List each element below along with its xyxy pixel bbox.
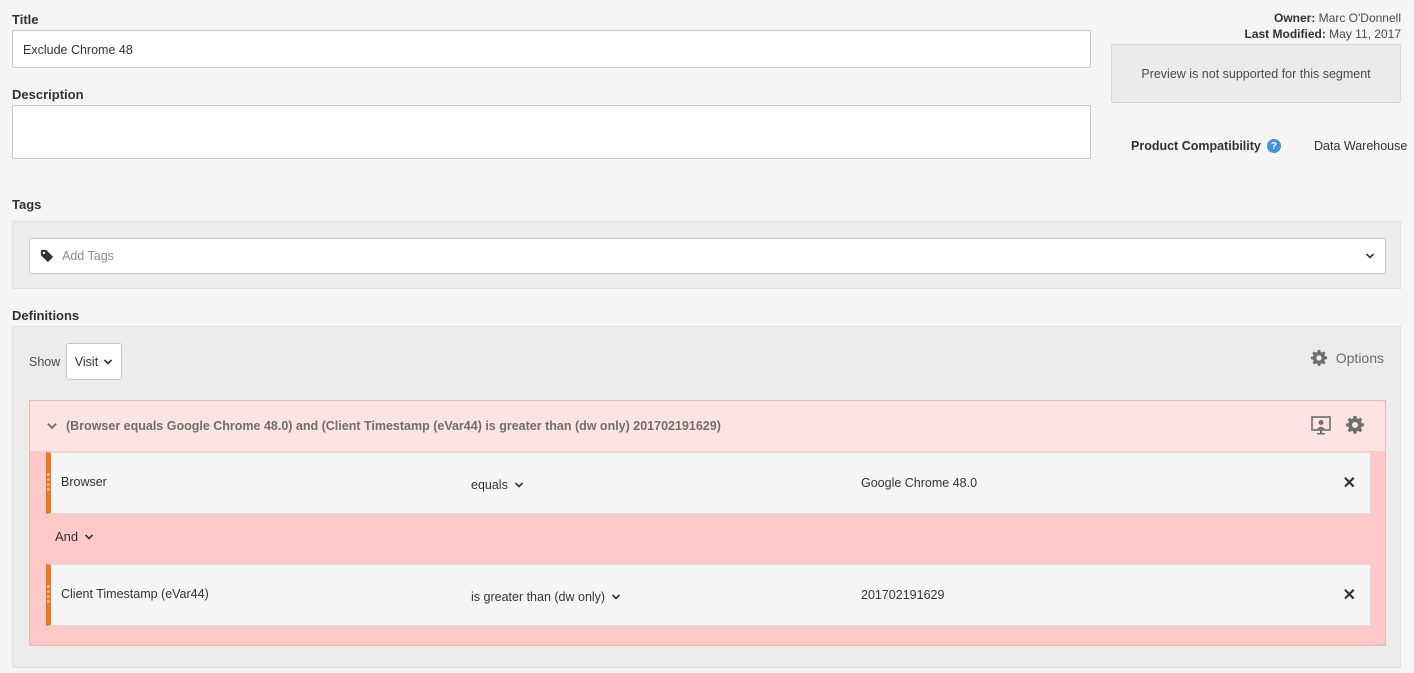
logic-operator-select[interactable]: And [55, 529, 94, 544]
preview-panel: Preview is not supported for this segmen… [1111, 44, 1401, 103]
rule-operator-value: is greater than (dw only) [471, 590, 606, 604]
show-select[interactable]: Visit [66, 343, 122, 380]
chevron-down-icon[interactable] [1365, 251, 1375, 261]
rule-row[interactable]: Browser equals Google Chrome 48.0 ✕ [46, 452, 1371, 514]
preview-message: Preview is not supported for this segmen… [1141, 66, 1371, 81]
definitions-label: Definitions [12, 308, 80, 323]
options-label: Options [1335, 350, 1384, 366]
tags-label: Tags [12, 197, 42, 212]
show-label: Show [29, 355, 61, 369]
drag-handle-icon[interactable] [47, 473, 50, 493]
owner-value: Marc O'Donnell [1318, 11, 1401, 25]
definitions-panel: Show Visit Options (Browser equals Googl… [12, 326, 1401, 668]
description-textarea[interactable] [12, 105, 1091, 159]
rule-dimension: Browser [61, 475, 107, 489]
show-select-value: Visit [74, 354, 99, 369]
tags-panel: Add Tags [12, 221, 1401, 289]
help-icon[interactable]: ? [1266, 139, 1281, 153]
gear-icon[interactable] [1345, 415, 1365, 435]
gear-icon [1310, 349, 1327, 366]
tags-placeholder: Add Tags [62, 249, 114, 263]
last-modified-label: Last Modified: [1244, 27, 1326, 41]
segment-container: (Browser equals Google Chrome 48.0) and … [29, 400, 1386, 646]
product-compatibility-value: Data Warehouse [1314, 139, 1408, 153]
rule-operator-select[interactable]: is greater than (dw only) [471, 590, 621, 604]
product-compatibility: Product Compatibility ? [1131, 139, 1281, 153]
close-icon[interactable]: ✕ [1343, 473, 1356, 493]
rule-row[interactable]: Client Timestamp (eVar44) is greater tha… [46, 564, 1371, 626]
rule-operator-value: equals [471, 478, 508, 492]
rule-value[interactable]: 201702191629 [861, 588, 944, 602]
segment-meta: Owner: Marc O'Donnell Last Modified: May… [1245, 10, 1402, 42]
container-header-icons [1311, 415, 1365, 435]
rule-operator-select[interactable]: equals [471, 478, 524, 492]
product-compatibility-label: Product Compatibility [1131, 139, 1261, 153]
chevron-down-icon[interactable] [46, 420, 58, 432]
title-label: Title [12, 12, 39, 27]
last-modified-value: May 11, 2017 [1329, 27, 1401, 41]
chevron-down-icon [104, 358, 113, 365]
rule-value[interactable]: Google Chrome 48.0 [861, 476, 977, 490]
drag-handle-icon[interactable] [47, 585, 50, 605]
container-header[interactable]: (Browser equals Google Chrome 48.0) and … [30, 401, 1385, 451]
title-input[interactable]: Exclude Chrome 48 [12, 30, 1091, 68]
close-icon[interactable]: ✕ [1343, 585, 1356, 605]
preview-icon[interactable] [1311, 415, 1331, 435]
chevron-down-icon [612, 594, 621, 600]
tag-icon [40, 249, 54, 263]
tags-input[interactable]: Add Tags [29, 238, 1386, 274]
chevron-down-icon [85, 533, 94, 540]
options-button[interactable]: Options [1310, 349, 1384, 367]
owner-label: Owner: [1273, 11, 1316, 25]
container-summary: (Browser equals Google Chrome 48.0) and … [66, 419, 721, 433]
description-label: Description [12, 87, 84, 102]
chevron-down-icon [514, 482, 523, 488]
logic-operator-value: And [55, 529, 79, 544]
rule-dimension: Client Timestamp (eVar44) [61, 587, 209, 601]
